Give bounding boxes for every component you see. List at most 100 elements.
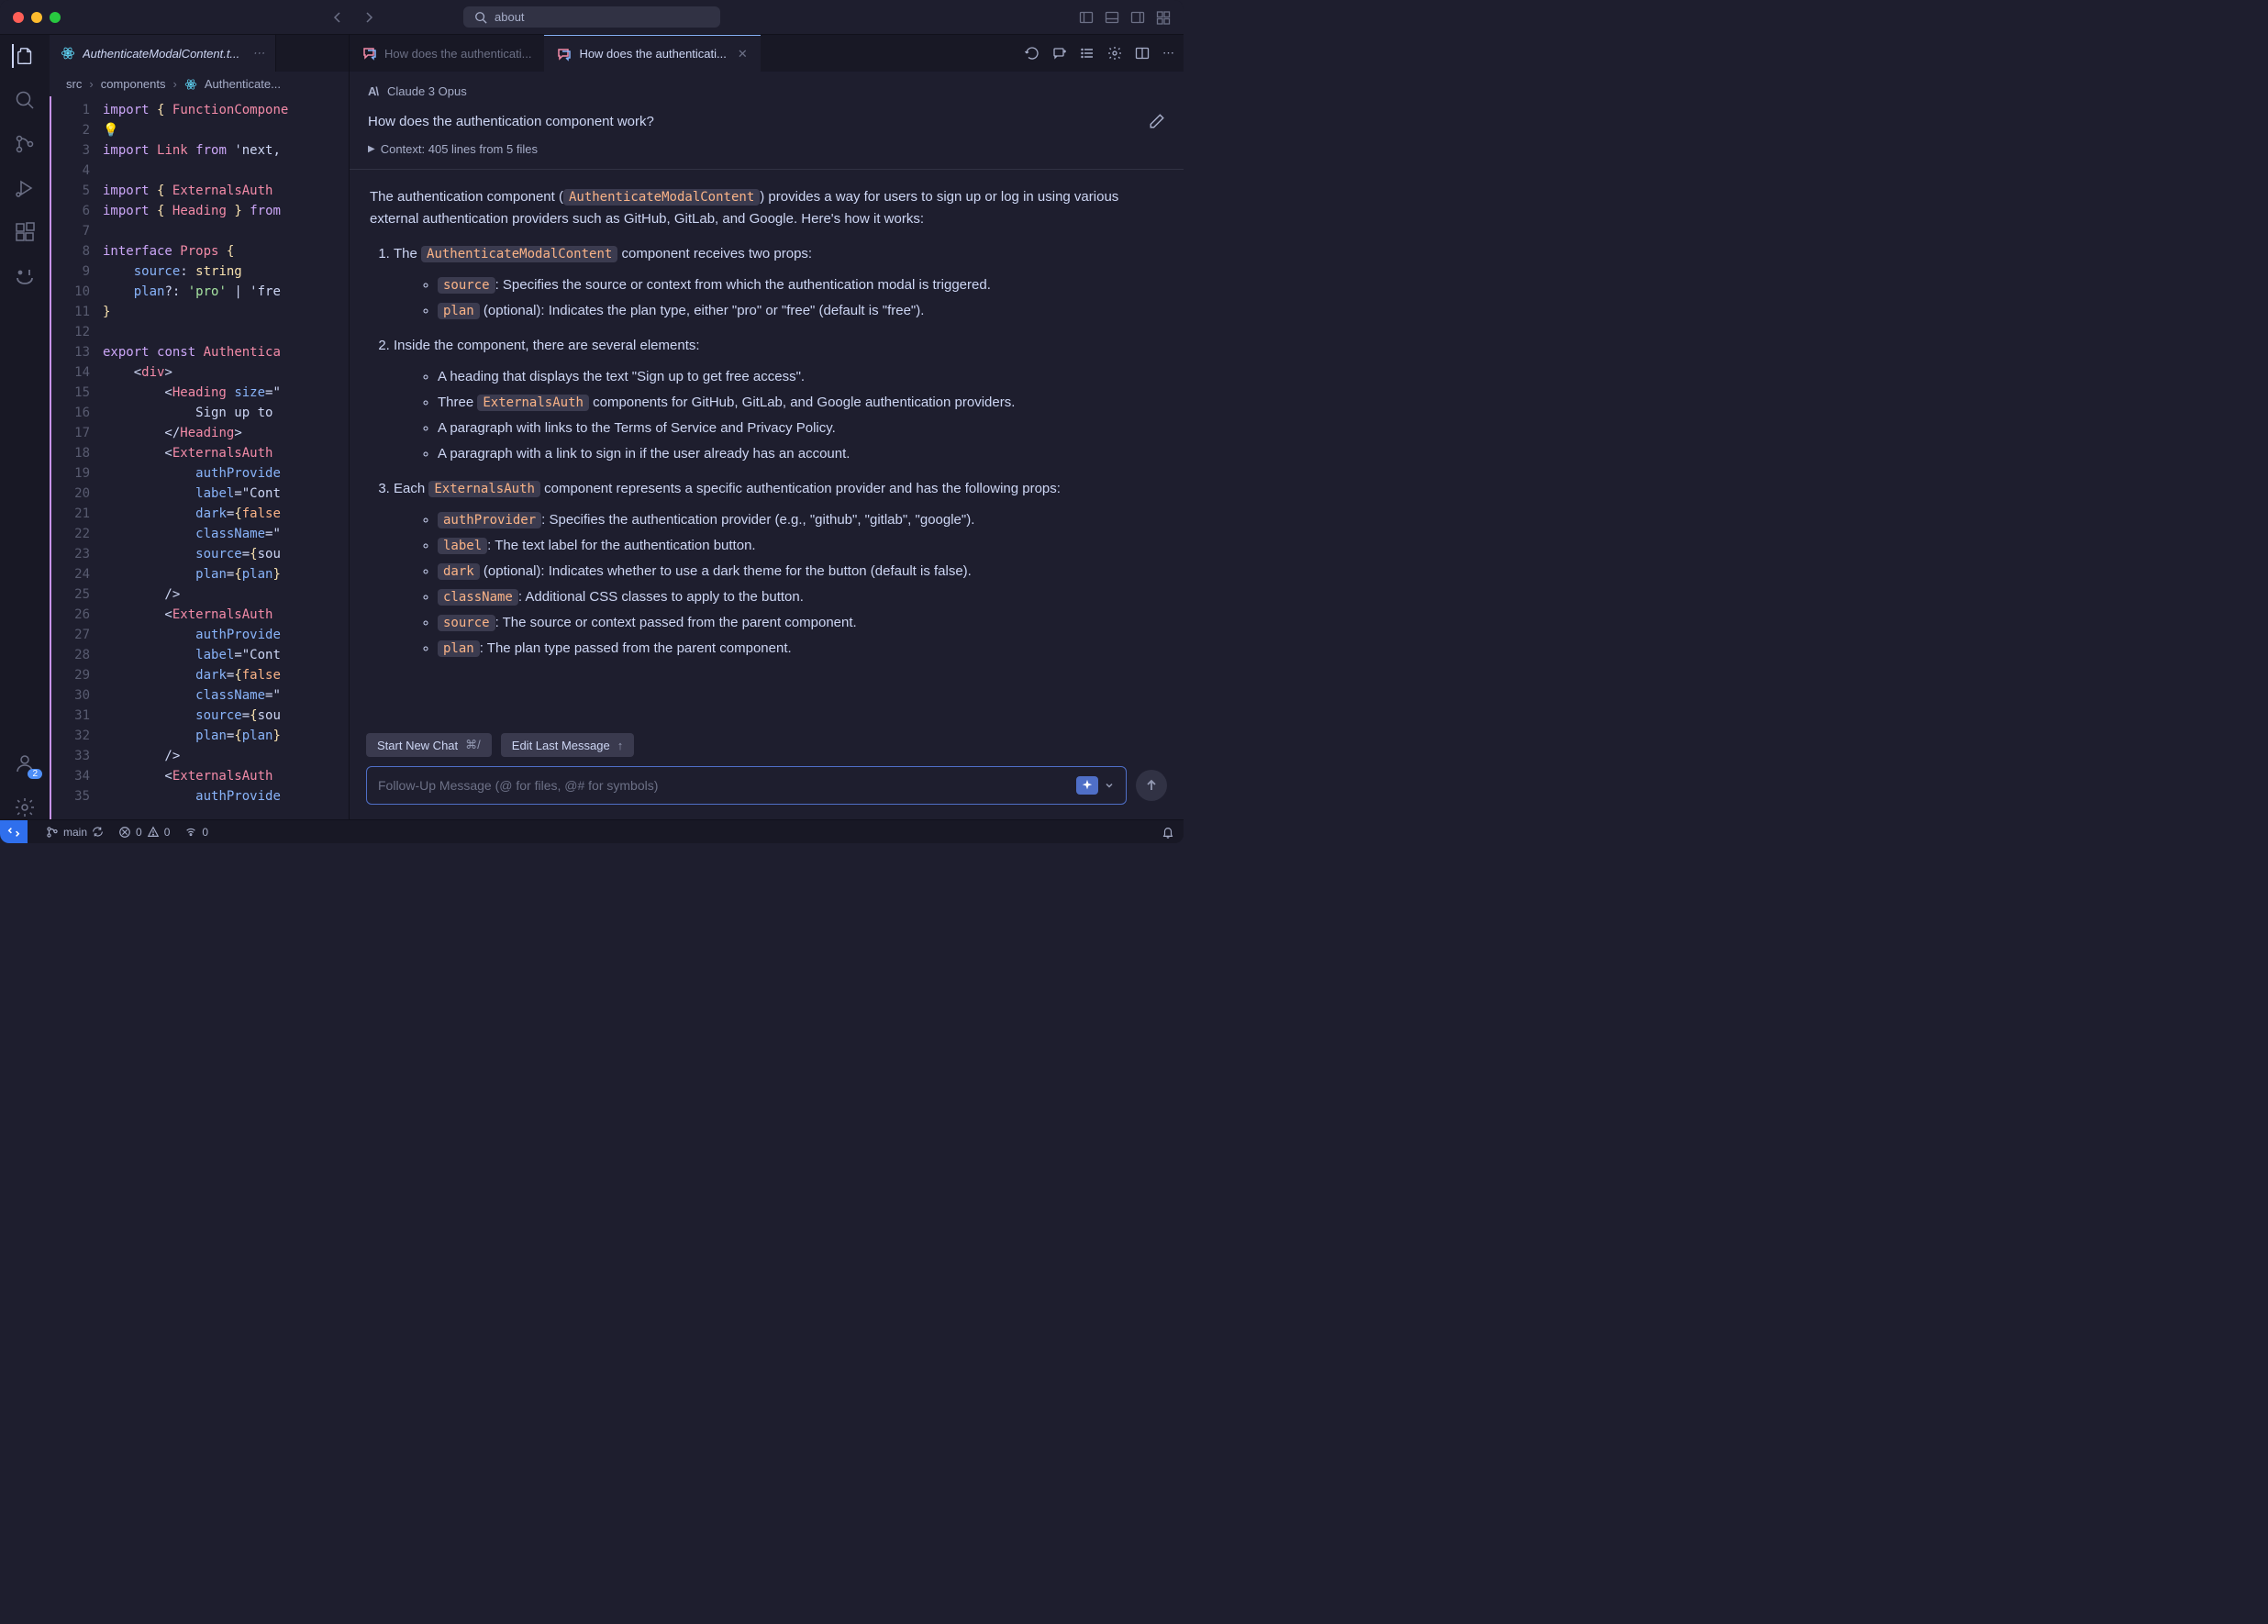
- code-inline: authProvider: [438, 512, 541, 528]
- label: Start New Chat: [377, 739, 458, 752]
- text: Each: [394, 481, 428, 496]
- text: The: [394, 246, 421, 261]
- text: component represents a specific authenti…: [540, 481, 1061, 496]
- file-tab-label: AuthenticateModalContent.t...: [83, 47, 239, 61]
- split-icon[interactable]: [1135, 46, 1150, 61]
- explorer-icon[interactable]: [12, 44, 36, 68]
- code-content: import { FunctionCompone💡import Link fro…: [103, 96, 349, 819]
- enhance-icon[interactable]: [1076, 776, 1098, 795]
- chat-tab[interactable]: How does the authenticati... ✕: [544, 35, 760, 72]
- panel-left-icon[interactable]: [1079, 10, 1094, 25]
- layout-grid-icon[interactable]: [1156, 10, 1171, 25]
- anthropic-icon: A\: [368, 84, 378, 98]
- text: : The text label for the authentication …: [487, 538, 755, 553]
- edit-icon[interactable]: [1149, 113, 1165, 129]
- chat-footer: Start New Chat ⌘/ Edit Last Message ↑ Fo…: [350, 724, 1184, 819]
- chat-tabs: How does the authenticati... How does th…: [350, 35, 1184, 72]
- code-inline: label: [438, 538, 487, 554]
- chevron-down-icon[interactable]: [1104, 780, 1115, 791]
- search-icon[interactable]: [13, 88, 37, 112]
- list-icon[interactable]: [1080, 46, 1095, 61]
- chat-model-header: A\ Claude 3 Opus: [350, 72, 1184, 106]
- window-controls: [13, 12, 61, 23]
- chat-tab[interactable]: How does the authenticati...: [350, 35, 544, 72]
- ports-button[interactable]: 0: [184, 826, 208, 839]
- settings-gear-icon[interactable]: [13, 795, 37, 819]
- chevron-right-icon: ›: [89, 77, 93, 91]
- text: Inside the component, there are several …: [394, 338, 700, 353]
- gear-icon[interactable]: [1107, 46, 1122, 61]
- code-inline: source: [438, 277, 495, 294]
- code-inline: className: [438, 589, 518, 606]
- text: The authentication component (: [370, 189, 563, 205]
- text: A paragraph with links to the Terms of S…: [438, 417, 1163, 439]
- triangle-right-icon: ▶: [368, 144, 375, 154]
- text: A paragraph with a link to sign in if th…: [438, 443, 1163, 465]
- kbd: ⌘/: [465, 738, 481, 752]
- context-toggle[interactable]: ▶ Context: 405 lines from 5 files: [350, 137, 1184, 170]
- minimize-window[interactable]: [31, 12, 42, 23]
- chat-tab-label: How does the authenticati...: [579, 47, 726, 61]
- code-inline: ExternalsAuth: [428, 481, 540, 497]
- placeholder: Follow-Up Message (@ for files, @# for s…: [378, 778, 658, 793]
- edit-last-message-button[interactable]: Edit Last Message ↑: [501, 733, 634, 757]
- react-icon: [61, 46, 75, 61]
- kbd: ↑: [617, 739, 624, 752]
- accounts-icon[interactable]: [13, 751, 37, 775]
- chat-response: The authentication component (Authentica…: [350, 170, 1184, 724]
- panel-bottom-icon[interactable]: [1105, 10, 1119, 25]
- text: : The plan type passed from the parent c…: [480, 640, 792, 656]
- text: : Specifies the authentication provider …: [541, 512, 974, 528]
- code-inline: plan: [438, 640, 480, 657]
- warning-count: 0: [164, 826, 171, 839]
- new-chat-icon[interactable]: [1052, 46, 1067, 61]
- text: components for GitHub, GitLab, and Googl…: [589, 395, 1015, 410]
- line-gutter: 1234567891011121314151617181920212223242…: [51, 96, 103, 819]
- nav-back-icon[interactable]: [330, 10, 345, 25]
- branch-button[interactable]: main: [46, 826, 104, 839]
- history-icon[interactable]: [1025, 46, 1040, 61]
- more-icon[interactable]: ⋯: [1162, 46, 1174, 61]
- bell-icon[interactable]: [1162, 826, 1174, 839]
- chat-question: How does the authentication component wo…: [368, 114, 654, 129]
- react-icon: [184, 78, 197, 91]
- text: : Additional CSS classes to apply to the…: [518, 589, 804, 605]
- breadcrumb-seg: Authenticate...: [205, 77, 281, 91]
- file-tab[interactable]: AuthenticateModalContent.t... ⋯: [50, 35, 276, 72]
- text: Three: [438, 395, 477, 410]
- code-inline: ExternalsAuth: [477, 395, 589, 411]
- problems-button[interactable]: 0 0: [118, 826, 170, 839]
- titlebar: about: [0, 0, 1184, 35]
- extensions-icon[interactable]: [13, 220, 37, 244]
- model-name: Claude 3 Opus: [387, 84, 467, 98]
- text: : Specifies the source or context from w…: [495, 277, 991, 293]
- text: (optional): Indicates the plan type, eit…: [480, 303, 925, 318]
- nav-forward-icon[interactable]: [361, 10, 376, 25]
- close-icon[interactable]: ✕: [738, 47, 748, 61]
- remote-button[interactable]: [0, 820, 28, 843]
- chat-tab-label: How does the authenticati...: [384, 47, 531, 61]
- code-editor[interactable]: 1234567891011121314151617181920212223242…: [50, 96, 349, 819]
- start-new-chat-button[interactable]: Start New Chat ⌘/: [366, 733, 492, 757]
- source-control-icon[interactable]: [13, 132, 37, 156]
- maximize-window[interactable]: [50, 12, 61, 23]
- code-inline: plan: [438, 303, 480, 319]
- code-inline: AuthenticateModalContent: [563, 189, 760, 206]
- error-count: 0: [136, 826, 142, 839]
- sync-icon[interactable]: [92, 826, 104, 838]
- branch-name: main: [63, 826, 87, 839]
- cody-icon[interactable]: [13, 264, 37, 288]
- chat-input[interactable]: Follow-Up Message (@ for files, @# for s…: [366, 766, 1127, 805]
- chat-bubble-icon: [362, 46, 377, 61]
- breadcrumb[interactable]: src › components › Authenticate...: [50, 72, 349, 96]
- panel-right-icon[interactable]: [1130, 10, 1145, 25]
- command-search[interactable]: about: [463, 6, 720, 28]
- close-window[interactable]: [13, 12, 24, 23]
- send-button[interactable]: [1136, 770, 1167, 801]
- text: A heading that displays the text "Sign u…: [438, 366, 1163, 388]
- text: (optional): Indicates whether to use a d…: [480, 563, 972, 579]
- debug-icon[interactable]: [13, 176, 37, 200]
- search-icon: [474, 11, 487, 24]
- tab-more-icon[interactable]: ⋯: [252, 46, 264, 61]
- chat-bubble-icon: [557, 47, 572, 61]
